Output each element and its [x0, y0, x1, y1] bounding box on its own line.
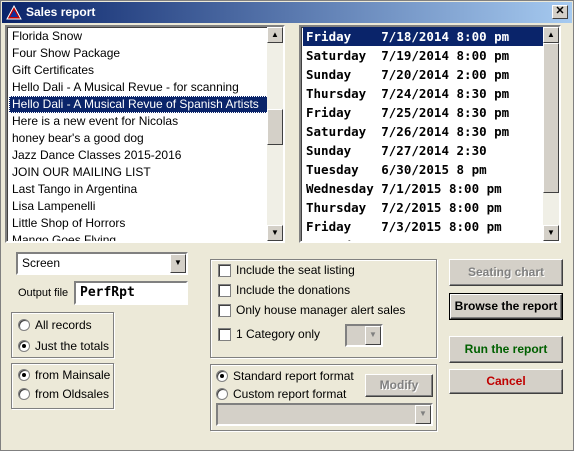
event-list-item[interactable]: Gift Certificates	[9, 62, 269, 79]
event-list-item[interactable]: Mango Goes Flying	[9, 232, 269, 241]
radio-selected-icon	[18, 369, 30, 381]
checkbox-icon	[218, 327, 231, 341]
date-list-item[interactable]: Friday 7/3/2015 8:00 pm	[303, 217, 545, 236]
house-manager-checkbox[interactable]: Only house manager alert sales	[218, 303, 405, 317]
all-records-radio[interactable]: All records	[18, 318, 92, 332]
checkbox-icon	[218, 283, 231, 297]
event-list-item[interactable]: Hello Dali - A Musical Revue of Spanish …	[9, 96, 269, 113]
date-list-item[interactable]: Thursday 7/2/2015 8:00 pm	[303, 198, 545, 217]
just-totals-radio[interactable]: Just the totals	[18, 339, 109, 353]
seating-chart-button[interactable]: Seating chart	[449, 259, 563, 286]
house-manager-label: Only house manager alert sales	[236, 303, 406, 317]
just-totals-label: Just the totals	[35, 339, 110, 353]
one-category-label: 1 Category only	[236, 327, 321, 341]
scroll-up-icon[interactable]: ▲	[267, 27, 283, 43]
standard-format-label: Standard report format	[233, 369, 354, 383]
event-list-items: Florida Snow Four Show Package Gift Certif…	[9, 28, 269, 241]
custom-format-radio[interactable]: Custom report format	[216, 387, 346, 401]
date-list-item[interactable]: Thursday 7/24/2014 8:30 pm	[303, 84, 545, 103]
app-triangle-icon	[6, 5, 22, 20]
event-list-item[interactable]: Last Tango in Argentina	[9, 181, 269, 198]
custom-format-select[interactable]: ▼	[216, 403, 433, 426]
event-list-item[interactable]: Little Shop of Horrors	[9, 215, 269, 232]
one-category-checkbox[interactable]: 1 Category only	[218, 327, 320, 341]
sales-report-window: Sales report ✕ Florida Snow Four Show Pac…	[0, 0, 574, 451]
chevron-down-icon[interactable]: ▼	[415, 405, 431, 424]
from-oldsales-radio[interactable]: from Oldsales	[18, 387, 109, 401]
checkbox-icon	[218, 303, 231, 317]
date-list-item[interactable]: Sunday 7/20/2014 2:00 pm	[303, 65, 545, 84]
modify-label: Modify	[379, 378, 419, 392]
output-destination-value: Screen	[22, 256, 61, 270]
date-list-item[interactable]: Saturday 7/19/2014 8:00 pm	[303, 46, 545, 65]
event-list-item[interactable]: JOIN OUR MAILING LIST	[9, 164, 269, 181]
donations-label: Include the donations	[236, 283, 351, 297]
scroll-down-icon[interactable]: ▼	[543, 225, 559, 241]
modify-button[interactable]: Modify	[365, 374, 433, 397]
date-list-item[interactable]: Saturday 7/26/2014 8:30 pm	[303, 122, 545, 141]
date-list-item[interactable]: Sunday 7/27/2014 2:30	[303, 141, 545, 160]
date-list-item[interactable]: Friday 7/25/2014 8:30 pm	[303, 103, 545, 122]
scroll-thumb[interactable]	[267, 109, 283, 145]
event-list[interactable]: Florida Snow Four Show Package Gift Certif…	[5, 25, 285, 243]
output-destination-select[interactable]: Screen ▼	[16, 252, 188, 275]
chevron-down-icon[interactable]: ▼	[365, 326, 381, 345]
chevron-down-icon[interactable]: ▼	[170, 254, 186, 273]
seat-listing-checkbox[interactable]: Include the seat listing	[218, 263, 355, 277]
event-list-item[interactable]: Florida Snow	[9, 28, 269, 45]
event-list-item[interactable]: honey bear's a good dog	[9, 130, 269, 147]
event-list-item[interactable]: Four Show Package	[9, 45, 269, 62]
cancel-label: Cancel	[486, 374, 526, 388]
donations-checkbox[interactable]: Include the donations	[218, 283, 350, 297]
date-list-scrollbar[interactable]: ▲ ▼	[543, 27, 559, 241]
event-list-item[interactable]: Here is a new event for Nicolas	[9, 113, 269, 130]
title-bar[interactable]: Sales report ✕	[2, 2, 572, 23]
scroll-down-icon[interactable]: ▼	[267, 225, 283, 241]
custom-format-label: Custom report format	[233, 387, 347, 401]
performance-date-list[interactable]: Friday 7/18/2014 8:00 pm Saturday 7/19/20…	[299, 25, 561, 243]
output-file-input[interactable]: PerfRpt	[74, 281, 188, 305]
date-list-item[interactable]: Saturday 7/4/2015 7:30 pm	[303, 236, 545, 241]
radio-selected-icon	[18, 340, 30, 352]
date-list-item[interactable]: Wednesday 7/1/2015 8:00 pm	[303, 179, 545, 198]
radio-icon	[18, 319, 30, 331]
standard-format-radio[interactable]: Standard report format	[216, 369, 354, 383]
scroll-thumb[interactable]	[543, 43, 559, 193]
event-list-item[interactable]: Lisa Lampenelli	[9, 198, 269, 215]
cancel-button[interactable]: Cancel	[449, 369, 563, 394]
event-list-scrollbar[interactable]: ▲ ▼	[267, 27, 283, 241]
from-mainsale-radio[interactable]: from Mainsale	[18, 368, 110, 382]
scroll-up-icon[interactable]: ▲	[543, 27, 559, 43]
date-list-item[interactable]: Friday 7/18/2014 8:00 pm	[303, 27, 545, 46]
checkbox-icon	[218, 263, 231, 277]
date-list-item[interactable]: Tuesday 6/30/2015 8 pm	[303, 160, 545, 179]
seating-chart-label: Seating chart	[467, 265, 545, 279]
from-oldsales-label: from Oldsales	[35, 387, 110, 401]
event-list-item[interactable]: Hello Dali - A Musical Revue - for scann…	[9, 79, 269, 96]
radio-icon	[216, 388, 228, 400]
run-report-label: Run the report	[464, 342, 548, 356]
close-button[interactable]: ✕	[552, 5, 568, 19]
browse-report-label: Browse the report	[454, 299, 558, 313]
event-list-item[interactable]: Jazz Dance Classes 2015-2016	[9, 147, 269, 164]
window-title: Sales report	[26, 5, 96, 19]
output-file-label: Output file	[18, 287, 69, 299]
radio-selected-icon	[216, 370, 228, 382]
seat-listing-label: Include the seat listing	[236, 263, 355, 277]
browse-report-button[interactable]: Browse the report	[449, 293, 563, 320]
radio-icon	[18, 388, 30, 400]
category-select[interactable]: ▼	[345, 324, 383, 347]
run-report-button[interactable]: Run the report	[449, 336, 563, 363]
date-list-items: Friday 7/18/2014 8:00 pm Saturday 7/19/20…	[303, 27, 545, 241]
from-mainsale-label: from Mainsale	[35, 368, 111, 382]
all-records-label: All records	[35, 318, 92, 332]
